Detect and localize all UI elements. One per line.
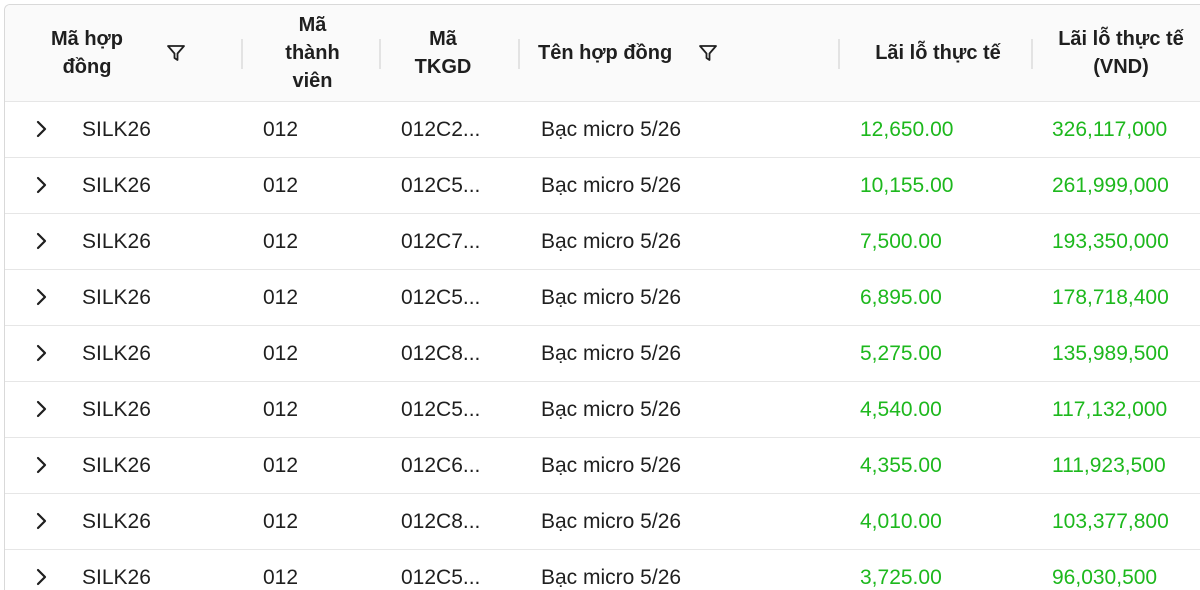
chevron-right-icon[interactable] xyxy=(33,286,51,308)
cell-ma-thanh-vien: 012 xyxy=(263,509,299,533)
table-header: Mã hợp đồng Mã thành viên Mã TKGD Tên hợ… xyxy=(5,5,1200,102)
column-header-lai-lo-thuc-te[interactable]: Lãi lỗ thực tế xyxy=(843,5,1033,101)
cell-ma-hop-dong: SILK26 xyxy=(82,117,151,141)
column-header-ten-hop-dong[interactable]: Tên hợp đồng xyxy=(538,5,698,101)
cell-ma-tkgd: 012C6... xyxy=(401,453,481,477)
cell-lai-lo-thuc-te-vnd: 96,030,500 xyxy=(1052,565,1158,589)
filter-icon[interactable] xyxy=(165,42,187,64)
table-row[interactable]: SILK26 012 012C7... Bạc micro 5/26 7,500… xyxy=(5,214,1200,270)
cell-ten-hop-dong: Bạc micro 5/26 xyxy=(541,509,682,533)
cell-ten-hop-dong: Bạc micro 5/26 xyxy=(541,453,682,477)
cell-ten-hop-dong: Bạc micro 5/26 xyxy=(541,565,682,589)
cell-lai-lo-thuc-te-vnd: 193,350,000 xyxy=(1052,229,1169,253)
cell-ma-hop-dong: SILK26 xyxy=(82,397,151,421)
cell-lai-lo-thuc-te: 4,010.00 xyxy=(860,509,942,533)
table-row[interactable]: SILK26 012 012C8... Bạc micro 5/26 4,010… xyxy=(5,494,1200,550)
cell-ma-hop-dong: SILK26 xyxy=(82,453,151,477)
chevron-right-icon[interactable] xyxy=(33,118,51,140)
cell-ma-tkgd: 012C8... xyxy=(401,509,481,533)
cell-lai-lo-thuc-te: 6,895.00 xyxy=(860,285,942,309)
cell-ten-hop-dong: Bạc micro 5/26 xyxy=(541,229,682,253)
chevron-right-icon[interactable] xyxy=(33,230,51,252)
table-row[interactable]: SILK26 012 012C5... Bạc micro 5/26 4,540… xyxy=(5,382,1200,438)
cell-lai-lo-thuc-te: 4,355.00 xyxy=(860,453,942,477)
cell-ma-hop-dong: SILK26 xyxy=(82,229,151,253)
cell-lai-lo-thuc-te: 3,725.00 xyxy=(860,565,942,589)
cell-ma-hop-dong: SILK26 xyxy=(82,285,151,309)
column-header-label: Mã hợp đồng xyxy=(51,28,123,78)
cell-lai-lo-thuc-te: 5,275.00 xyxy=(860,341,942,365)
cell-ma-tkgd: 012C8... xyxy=(401,341,481,365)
cell-ten-hop-dong: Bạc micro 5/26 xyxy=(541,341,682,365)
cell-lai-lo-thuc-te-vnd: 261,999,000 xyxy=(1052,173,1169,197)
cell-lai-lo-thuc-te-vnd: 178,718,400 xyxy=(1052,285,1169,309)
cell-ma-tkgd: 012C5... xyxy=(401,173,481,197)
cell-ma-tkgd: 012C7... xyxy=(401,229,481,253)
column-header-label: Tên hợp đồng xyxy=(538,42,673,64)
cell-ma-tkgd: 012C2... xyxy=(401,117,481,141)
chevron-right-icon[interactable] xyxy=(33,566,51,588)
cell-ten-hop-dong: Bạc micro 5/26 xyxy=(541,173,682,197)
cell-lai-lo-thuc-te-vnd: 117,132,000 xyxy=(1052,397,1168,421)
cell-ma-thanh-vien: 012 xyxy=(263,453,299,477)
column-separator[interactable] xyxy=(518,39,520,69)
cell-lai-lo-thuc-te-vnd: 326,117,000 xyxy=(1052,117,1168,141)
cell-lai-lo-thuc-te: 4,540.00 xyxy=(860,397,942,421)
table-row[interactable]: SILK26 012 012C2... Bạc micro 5/26 12,65… xyxy=(5,102,1200,158)
cell-lai-lo-thuc-te: 10,155.00 xyxy=(860,173,954,197)
column-separator[interactable] xyxy=(379,39,381,69)
chevron-right-icon[interactable] xyxy=(33,398,51,420)
column-header-lai-lo-thuc-te-vnd[interactable]: Lãi lỗ thực tế (VND) xyxy=(1041,5,1200,101)
column-header-label: Mã TKGD xyxy=(414,28,472,78)
column-header-ma-thanh-vien[interactable]: Mã thành viên xyxy=(245,5,380,101)
cell-ma-hop-dong: SILK26 xyxy=(82,173,151,197)
column-header-ma-hop-dong[interactable]: Mã hợp đồng xyxy=(27,5,147,101)
cell-ma-hop-dong: SILK26 xyxy=(82,509,151,533)
cell-ma-hop-dong: SILK26 xyxy=(82,565,151,589)
cell-lai-lo-thuc-te: 12,650.00 xyxy=(860,117,954,141)
data-table: Mã hợp đồng Mã thành viên Mã TKGD Tên hợ… xyxy=(4,4,1200,590)
cell-ma-tkgd: 012C5... xyxy=(401,285,481,309)
chevron-right-icon[interactable] xyxy=(33,174,51,196)
table-row[interactable]: SILK26 012 012C5... Bạc micro 5/26 3,725… xyxy=(5,550,1200,590)
cell-lai-lo-thuc-te-vnd: 103,377,800 xyxy=(1052,509,1169,533)
cell-ma-thanh-vien: 012 xyxy=(263,565,299,589)
cell-ten-hop-dong: Bạc micro 5/26 xyxy=(541,285,682,309)
cell-lai-lo-thuc-te: 7,500.00 xyxy=(860,229,942,253)
column-separator[interactable] xyxy=(241,39,243,69)
cell-lai-lo-thuc-te-vnd: 135,989,500 xyxy=(1052,341,1169,365)
chevron-right-icon[interactable] xyxy=(33,454,51,476)
cell-ten-hop-dong: Bạc micro 5/26 xyxy=(541,117,682,141)
cell-ma-thanh-vien: 012 xyxy=(263,117,299,141)
column-separator[interactable] xyxy=(838,39,840,69)
table-row[interactable]: SILK26 012 012C5... Bạc micro 5/26 6,895… xyxy=(5,270,1200,326)
column-header-label: Lãi lỗ thực tế xyxy=(875,42,1001,64)
cell-ma-tkgd: 012C5... xyxy=(401,565,481,589)
filter-icon[interactable] xyxy=(697,42,719,64)
column-separator[interactable] xyxy=(1031,39,1033,69)
column-header-label: Mã thành viên xyxy=(285,14,340,92)
cell-ma-thanh-vien: 012 xyxy=(263,285,299,309)
table-row[interactable]: SILK26 012 012C6... Bạc micro 5/26 4,355… xyxy=(5,438,1200,494)
table-body: SILK26 012 012C2... Bạc micro 5/26 12,65… xyxy=(5,102,1200,590)
cell-ma-thanh-vien: 012 xyxy=(263,397,299,421)
cell-ma-thanh-vien: 012 xyxy=(263,229,299,253)
cell-ma-thanh-vien: 012 xyxy=(263,341,299,365)
column-header-label: Lãi lỗ thực tế (VND) xyxy=(1058,28,1184,78)
cell-ten-hop-dong: Bạc micro 5/26 xyxy=(541,397,682,421)
cell-ma-thanh-vien: 012 xyxy=(263,173,299,197)
table-row[interactable]: SILK26 012 012C5... Bạc micro 5/26 10,15… xyxy=(5,158,1200,214)
cell-ma-tkgd: 012C5... xyxy=(401,397,481,421)
table-row[interactable]: SILK26 012 012C8... Bạc micro 5/26 5,275… xyxy=(5,326,1200,382)
cell-lai-lo-thuc-te-vnd: 111,923,500 xyxy=(1052,453,1166,477)
column-header-ma-tkgd[interactable]: Mã TKGD xyxy=(383,5,503,101)
cell-ma-hop-dong: SILK26 xyxy=(82,341,151,365)
chevron-right-icon[interactable] xyxy=(33,510,51,532)
chevron-right-icon[interactable] xyxy=(33,342,51,364)
